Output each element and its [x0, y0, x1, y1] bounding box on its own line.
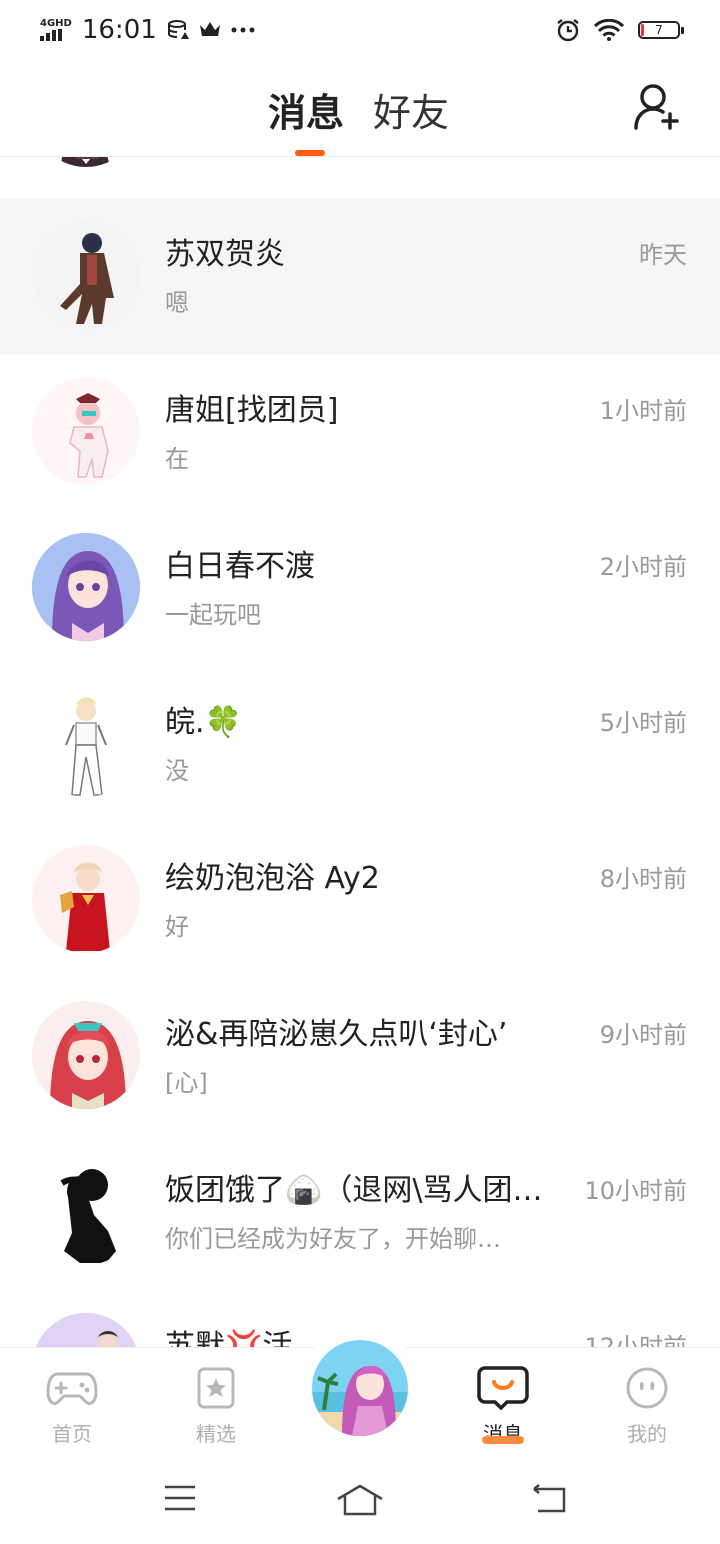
crown-icon: [199, 22, 220, 36]
list-item[interactable]: 苏双贺炎 嗯 昨天: [0, 199, 720, 355]
avatar: [32, 689, 140, 797]
menu-icon[interactable]: [163, 1483, 197, 1513]
last-message: 嗯: [165, 289, 189, 317]
last-message: 你们已经成为好友了，开始聊…: [165, 1225, 501, 1253]
contact-name: 苏默💢活: [165, 1329, 293, 1347]
contact-name: 饭团饿了🍙（退网\骂人团…: [165, 1173, 543, 1208]
battery-icon: 7: [638, 21, 684, 39]
contact-name: 唐姐[找团员]: [165, 393, 339, 428]
message-time: 昨天: [639, 241, 687, 269]
nav-featured[interactable]: 精选: [166, 1366, 266, 1447]
battery-level: 7: [655, 23, 663, 37]
list-item[interactable]: 白日春不渡 一起玩吧 2小时前: [0, 511, 720, 667]
avatar: [32, 1001, 140, 1109]
contact-name: 皖.🍀: [165, 705, 242, 740]
avatar: [32, 845, 140, 953]
message-time: 5小时前: [599, 709, 687, 737]
message-time: 10小时前: [584, 1177, 687, 1205]
last-message: [心]: [165, 1069, 208, 1097]
star-bookmark-icon: [197, 1367, 235, 1409]
avatar: [32, 377, 140, 485]
message-time: 1小时前: [599, 397, 687, 425]
message-time: 2小时前: [599, 553, 687, 581]
system-nav-bar: [0, 1457, 720, 1544]
header: 消息 好友: [0, 60, 720, 157]
tab-indicator: [295, 150, 325, 156]
message-time: 8小时前: [599, 865, 687, 893]
home-icon[interactable]: [336, 1483, 384, 1517]
contact-name: 苏双贺炎: [165, 237, 285, 272]
message-time: 9小时前: [599, 1021, 687, 1049]
message-time: 12小时前: [584, 1333, 687, 1347]
database-icon: [167, 20, 189, 39]
network-type: 4GHD: [40, 18, 72, 29]
avatar: [32, 157, 140, 167]
list-item[interactable]: [0, 157, 720, 193]
back-icon[interactable]: [530, 1483, 568, 1515]
last-message: 一起玩吧: [165, 601, 261, 629]
nav-label: 首页: [52, 1422, 92, 1446]
list-item[interactable]: 泌&再陪泌崽久点叭‘封心’ [心] 9小时前: [0, 979, 720, 1135]
add-user-icon[interactable]: [632, 82, 682, 132]
message-bubble-icon: [477, 1366, 529, 1411]
nav-profile[interactable]: 我的: [597, 1366, 697, 1447]
nav-label: 精选: [196, 1422, 236, 1446]
avatar: [32, 1157, 140, 1265]
last-message: 没: [165, 757, 189, 785]
contact-name: 绘奶泡泡浴 Ay2: [165, 861, 380, 896]
nav-active-indicator: [482, 1436, 524, 1444]
alarm-icon: [557, 19, 579, 42]
gamepad-icon: [46, 1372, 98, 1406]
tab-friends[interactable]: 好友: [373, 82, 449, 137]
last-message: 好: [165, 913, 189, 941]
status-bar: 4GHD 16:01 7: [0, 0, 720, 60]
nav-label: 我的: [627, 1422, 667, 1446]
list-item[interactable]: 皖.🍀 没 5小时前: [0, 667, 720, 823]
tab-messages[interactable]: 消息: [268, 82, 344, 137]
face-icon: [626, 1367, 668, 1409]
more-icon: [231, 27, 255, 33]
list-item[interactable]: 唐姐[找团员] 在 1小时前: [0, 355, 720, 511]
nav-messages[interactable]: 消息: [453, 1366, 553, 1447]
clock: 16:01: [81, 15, 157, 45]
conversation-list[interactable]: 苏双贺炎 嗯 昨天 唐姐[找团员] 在 1小时前 白日春不渡 一起玩吧 2小时前…: [0, 157, 720, 1347]
list-item[interactable]: 饭团饿了🍙（退网\骂人团… 你们已经成为好友了，开始聊… 10小时前: [0, 1135, 720, 1291]
last-message: 在: [165, 445, 189, 473]
signal-icon: 4GHD: [40, 19, 72, 41]
wifi-icon: [594, 19, 624, 41]
avatar: [32, 1313, 140, 1347]
avatar: [32, 221, 140, 329]
contact-name: 白日春不渡: [165, 549, 315, 584]
avatar: [32, 533, 140, 641]
nav-home[interactable]: 首页: [22, 1366, 122, 1447]
list-item[interactable]: 绘奶泡泡浴 Ay2 好 8小时前: [0, 823, 720, 979]
center-avatar-button[interactable]: [312, 1340, 408, 1436]
contact-name: 泌&再陪泌崽久点叭‘封心’: [165, 1017, 508, 1052]
